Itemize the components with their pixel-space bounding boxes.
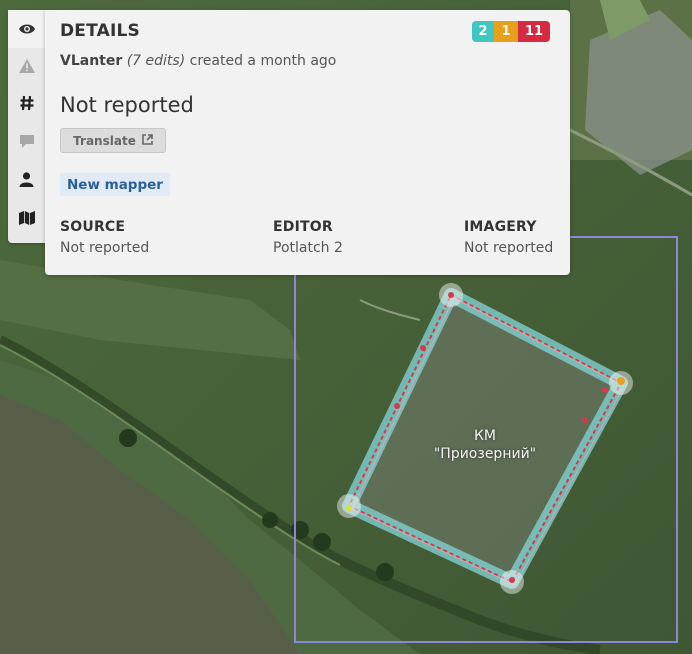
hashtag-icon bbox=[20, 95, 34, 115]
node-dot bbox=[602, 387, 608, 393]
sidebar-item-discussion[interactable] bbox=[8, 124, 45, 162]
map-icon bbox=[18, 210, 35, 229]
sidebar-item-details[interactable] bbox=[8, 10, 45, 48]
node-dot bbox=[448, 292, 454, 298]
node-dot bbox=[420, 345, 426, 351]
translate-label: Translate bbox=[73, 133, 136, 148]
translate-button[interactable]: Translate bbox=[60, 128, 166, 153]
tree bbox=[262, 512, 278, 528]
comment-icon bbox=[19, 134, 35, 153]
created-time: created a month ago bbox=[189, 53, 337, 69]
node-dot bbox=[394, 403, 400, 409]
new-mapper-tag[interactable]: New mapper bbox=[60, 173, 170, 196]
created-count-badge: 2 bbox=[472, 21, 494, 42]
panel-sidebar bbox=[8, 10, 45, 243]
imagery-field: IMAGERY Not reported bbox=[464, 219, 553, 256]
node-dot bbox=[346, 505, 352, 511]
tree bbox=[376, 563, 394, 581]
feature-label-line2: "Приозерний" bbox=[433, 446, 537, 462]
sidebar-item-map-data[interactable] bbox=[8, 200, 45, 238]
source-label: SOURCE bbox=[60, 219, 126, 235]
tree bbox=[291, 521, 309, 539]
sidebar-item-tags[interactable] bbox=[8, 86, 45, 124]
source-field: SOURCE Not reported bbox=[60, 219, 149, 256]
warning-icon bbox=[18, 58, 35, 77]
node-dot bbox=[617, 377, 625, 385]
imagery-label: IMAGERY bbox=[464, 219, 537, 235]
deleted-count-badge: 11 bbox=[518, 21, 550, 42]
feature-label-line1: КМ bbox=[473, 428, 497, 444]
change-count-badges: 2 1 11 bbox=[472, 21, 550, 42]
imagery-value: Not reported bbox=[464, 240, 554, 256]
modified-count-badge: 1 bbox=[494, 21, 518, 42]
details-panel: DETAILS 2 1 11 VLanter (7 edits) created… bbox=[45, 10, 570, 275]
editor-field: EDITOR Potlatch 2 bbox=[273, 219, 343, 256]
sidebar-item-user[interactable] bbox=[8, 162, 45, 200]
tree bbox=[119, 429, 137, 447]
changeset-comment: Not reported bbox=[60, 93, 194, 117]
editor-label: EDITOR bbox=[273, 219, 333, 235]
source-value: Not reported bbox=[60, 240, 150, 256]
author-line: VLanter (7 edits) created a month ago bbox=[60, 53, 336, 69]
node-dot bbox=[582, 417, 588, 423]
feature-label: КМ "Приозерний" bbox=[370, 427, 600, 463]
author-link[interactable]: VLanter bbox=[60, 53, 122, 69]
tree bbox=[313, 533, 331, 551]
sidebar-item-flags[interactable] bbox=[8, 48, 45, 86]
eye-icon bbox=[18, 20, 36, 39]
author-edit-count: (7 edits) bbox=[126, 53, 186, 69]
node-dot bbox=[509, 577, 515, 583]
panel-title: DETAILS bbox=[60, 21, 140, 41]
editor-value: Potlatch 2 bbox=[273, 240, 343, 256]
user-icon bbox=[19, 171, 34, 191]
external-link-icon bbox=[142, 133, 153, 148]
